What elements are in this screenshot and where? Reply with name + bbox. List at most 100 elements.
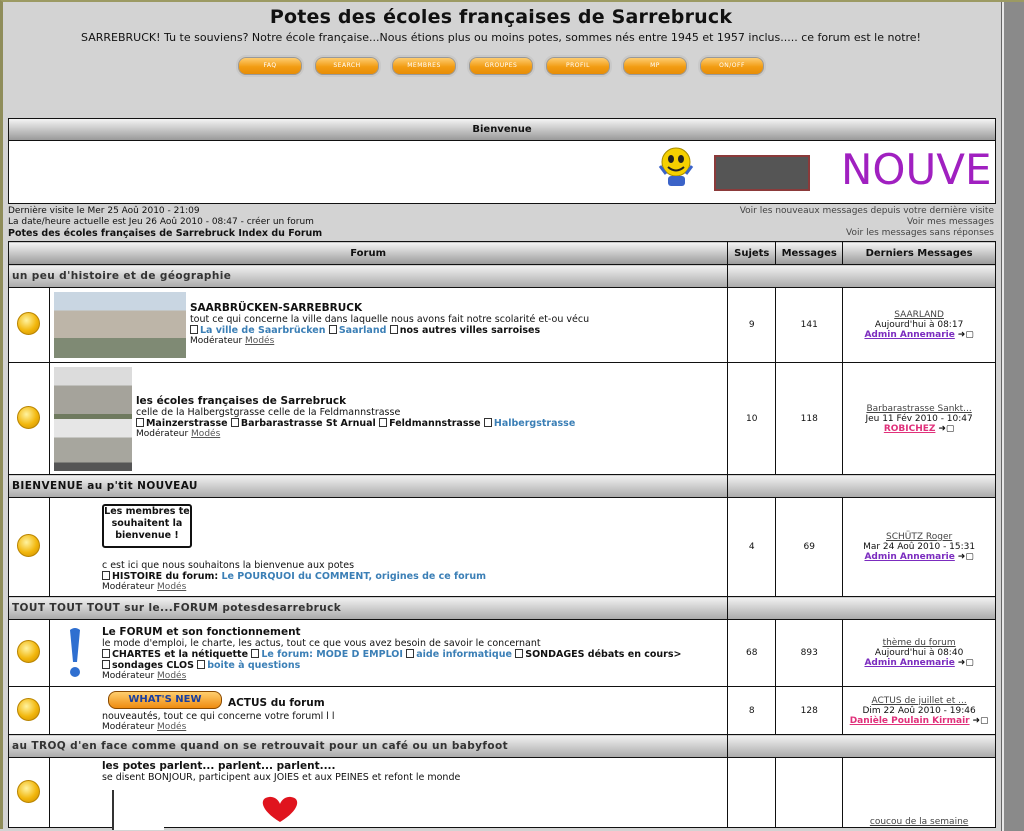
- category-1[interactable]: un peu d'histoire et de géographie: [7, 264, 729, 288]
- whats-new-badge: WHAT'S NEW: [107, 691, 222, 709]
- forum-4-desc: le mode d'emploi, le charte, les actus, …: [101, 638, 541, 649]
- forum-3-posts: 69: [775, 497, 844, 597]
- subforum-link[interactable]: HISTOIRE du forum:: [112, 571, 218, 582]
- site-title: Potes des écoles françaises de Sarrebruc…: [269, 6, 733, 28]
- forum-4-topics: 68: [727, 619, 777, 687]
- goto-last-icon[interactable]: ➜▢: [958, 330, 974, 340]
- forum-6-name[interactable]: les potes parlent... parlent... parlent.…: [102, 760, 460, 772]
- nav-members-button[interactable]: MEMBRES: [390, 55, 458, 77]
- category-2[interactable]: BIENVENUE au p'tit NOUVEAU: [7, 474, 729, 498]
- nav-search-button[interactable]: SEARCH: [313, 55, 381, 77]
- subforum-link[interactable]: CHARTES et la nétiquette: [112, 649, 248, 660]
- forum-4-last-title[interactable]: thème du forum: [843, 638, 995, 648]
- nav-groups-button[interactable]: GROUPES: [467, 55, 535, 77]
- forum-2-posts: 118: [775, 362, 844, 475]
- forum-5-last-user[interactable]: Danièle Poulain Kirmair: [850, 716, 970, 726]
- forum-1-image: [53, 292, 186, 358]
- forum-2-last-date: Jeu 11 Fév 2010 - 10:47: [865, 413, 973, 424]
- subforum-link[interactable]: sondages CLOS: [112, 660, 194, 671]
- subforum-link[interactable]: SONDAGES débats en cours>: [525, 649, 681, 660]
- forum-5-last-date: Dim 22 Aoû 2010 - 19:46: [862, 705, 976, 716]
- page: Potes des écoles françaises de Sarrebruc…: [6, 2, 996, 830]
- forum-5-desc: nouveautés, tout ce qui concerne votre f…: [101, 711, 335, 722]
- smiley-icon: [654, 144, 699, 190]
- subforum-link[interactable]: Mainzerstrasse: [146, 418, 228, 429]
- subforum-link[interactable]: Barbarastrasse St Arnual: [241, 418, 376, 429]
- col-header-forum: Forum: [7, 241, 729, 265]
- moderator-link[interactable]: Modés: [157, 671, 186, 681]
- heart-icon: [262, 796, 298, 822]
- forum-status-icon: [8, 686, 50, 735]
- subforum-link[interactable]: Le POURQUOI du COMMENT, origines de ce f…: [221, 571, 486, 582]
- category-3[interactable]: TOUT TOUT TOUT sur le...FORUM potesdesar…: [7, 596, 729, 620]
- forum-1-last-title[interactable]: SAARLAND: [843, 310, 995, 320]
- goto-last-icon[interactable]: ➜▢: [938, 424, 954, 434]
- goto-last-icon[interactable]: ➜▢: [958, 658, 974, 668]
- forum-3-last-date: Mar 24 Aoû 2010 - 15:31: [863, 542, 976, 552]
- scrollbar[interactable]: [1001, 2, 1024, 831]
- forum-5-name[interactable]: ACTUS du forum: [228, 697, 325, 709]
- forum-6-last-title[interactable]: coucou de la semaine: [843, 817, 995, 827]
- subforum-link[interactable]: Saarland: [339, 325, 387, 336]
- moderator-label: Modérateur: [189, 336, 243, 346]
- link-unanswered[interactable]: Voir les messages sans réponses: [740, 228, 994, 239]
- moderator-link[interactable]: Modés: [157, 582, 186, 592]
- forum-1-last-user[interactable]: Admin Annemarie: [864, 330, 954, 340]
- forum-1-posts: 141: [775, 287, 844, 363]
- forum-2-desc: celle de la Halbergstgrasse celle de la …: [135, 407, 401, 418]
- subforum-link[interactable]: boite à questions: [207, 660, 300, 671]
- forum-1-name[interactable]: SAARBRÜCKEN-SARREBRUCK: [190, 302, 589, 314]
- moderator-link[interactable]: Modés: [157, 722, 186, 732]
- link-my-messages[interactable]: Voir mes messages: [740, 217, 994, 228]
- nav-bar: FAQ SEARCH MEMBRES GROUPES PROFIL MP ON/…: [6, 55, 996, 77]
- forum-3-last-user[interactable]: Admin Annemarie: [864, 552, 954, 562]
- forum-2-subforums: Mainzerstrasse Barbarastrasse St Arnual …: [135, 418, 575, 429]
- moderator-label: Modérateur: [101, 582, 155, 592]
- nav-profile-button[interactable]: PROFIL: [544, 55, 612, 77]
- forum-1-topics: 9: [727, 287, 777, 363]
- forum-5-posts: 128: [775, 686, 844, 735]
- forum-4-posts: 893: [775, 619, 844, 687]
- forum-4-subforums: CHARTES et la nétiquette Le forum: MODE …: [101, 649, 682, 660]
- forum-4-name[interactable]: Le FORUM et son fonctionnement: [102, 626, 682, 638]
- nav-faq-button[interactable]: FAQ: [236, 55, 304, 77]
- forum-status-icon: [8, 757, 50, 828]
- welcome-body: NOUVE: [9, 141, 995, 203]
- nav-mp-button[interactable]: MP: [621, 55, 689, 77]
- forum-1-last-date: Aujourd'hui à 08:17: [874, 320, 964, 330]
- forum-2-image: [53, 367, 132, 471]
- forum-2-last-user[interactable]: ROBICHEZ: [884, 424, 936, 434]
- subforum-link[interactable]: Feldmannstrasse: [389, 418, 480, 429]
- forum-4-last-user[interactable]: Admin Annemarie: [864, 658, 954, 668]
- forum-2-name[interactable]: les écoles françaises de Sarrebruck: [136, 395, 575, 407]
- site-description: SARREBRUCK! Tu te souviens? Notre école …: [81, 31, 921, 44]
- subforum-link[interactable]: aide informatique: [416, 649, 512, 660]
- forum-2-last-title[interactable]: Barbarastrasse Sankt...: [843, 404, 995, 414]
- forum-3-topics: 4: [727, 497, 777, 597]
- nav-onoff-button[interactable]: ON/OFF: [698, 55, 766, 77]
- forum-3-last-title[interactable]: SCHÜTZ Roger: [843, 532, 995, 542]
- moderator-link[interactable]: Modés: [245, 336, 274, 346]
- last-visit-text: Dernière visite le Mer 25 Aoû 2010 - 21:…: [8, 206, 200, 216]
- moderator-link[interactable]: Modés: [191, 429, 220, 439]
- forum-3-desc: c est ici que nous souhaitons la bienven…: [101, 560, 355, 571]
- subforum-link[interactable]: La ville de Saarbrücken: [200, 325, 326, 336]
- site-header: Potes des écoles françaises de Sarrebruc…: [6, 6, 996, 77]
- moderator-label: Modérateur: [101, 671, 155, 681]
- link-new-messages[interactable]: Voir les nouveaux messages depuis votre …: [740, 206, 994, 217]
- goto-last-icon[interactable]: ➜▢: [972, 716, 988, 726]
- forum-5-topics: 8: [727, 686, 777, 735]
- scrolling-banner-text: NOUVE: [841, 145, 992, 194]
- category-4[interactable]: au TROQ d'en face comme quand on se retr…: [7, 734, 729, 758]
- subforum-link[interactable]: Halbergstrasse: [494, 418, 575, 429]
- forum-2-topics: 10: [727, 362, 777, 475]
- forum-5-last-title[interactable]: ACTUS de juillet et ...: [843, 696, 995, 706]
- forum-status-icon: [8, 362, 50, 475]
- breadcrumb[interactable]: Potes des écoles françaises de Sarrebruc…: [8, 228, 322, 239]
- subforum-link[interactable]: nos autres villes sarroises: [400, 325, 540, 336]
- forum-table: Forum Sujets Messages Derniers Messages …: [7, 241, 996, 830]
- forum-6-image: [111, 790, 164, 830]
- col-header-topics: Sujets: [727, 241, 777, 265]
- subforum-link[interactable]: Le forum: MODE D EMPLOI: [261, 649, 403, 660]
- goto-last-icon[interactable]: ➜▢: [958, 552, 974, 562]
